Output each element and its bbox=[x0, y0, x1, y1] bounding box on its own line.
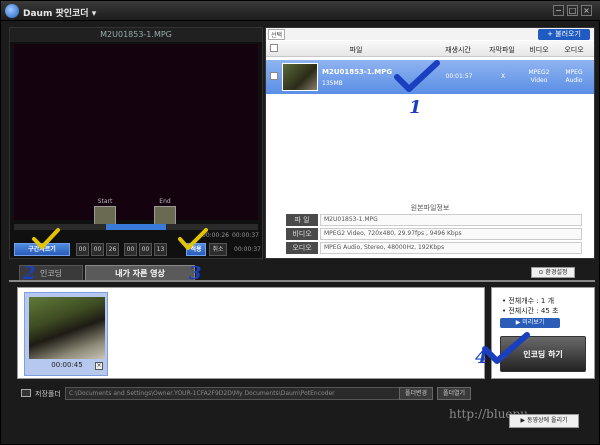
clips-area: 00:00:45 × bbox=[17, 287, 485, 379]
annotation-number: 3 bbox=[189, 263, 202, 284]
step-button[interactable]: 13 bbox=[154, 243, 167, 256]
col-video[interactable]: 비디오 bbox=[522, 45, 556, 55]
info-value: MPEG2 Video, 720x480, 29.97fps , 9496 Kb… bbox=[320, 228, 582, 240]
close-button[interactable]: × bbox=[581, 5, 592, 16]
row-checkbox[interactable] bbox=[270, 72, 278, 80]
app-title[interactable]: Daum 팟인코더 ▾ bbox=[23, 6, 96, 19]
clip-item[interactable]: 00:00:45 × bbox=[24, 292, 108, 376]
time-end: 00:00:37 bbox=[234, 246, 261, 253]
start-label: Start bbox=[97, 198, 113, 205]
file-thumbnail bbox=[282, 63, 318, 91]
end-label: End bbox=[159, 198, 171, 205]
annotation-number: 1 bbox=[409, 97, 422, 118]
minimize-button[interactable]: − bbox=[553, 5, 564, 16]
file-audio-format: MPEG bbox=[565, 69, 583, 76]
col-subtitle[interactable]: 자막파일 bbox=[482, 45, 522, 55]
load-file-button[interactable]: + 불러오기 bbox=[538, 29, 590, 40]
select-all-checkbox[interactable] bbox=[270, 44, 278, 52]
save-folder-label: 저장폴더 bbox=[35, 390, 61, 398]
source-info-title: 원본파일정보 bbox=[410, 204, 450, 212]
info-value: M2U01853-1.MPG bbox=[320, 214, 582, 226]
save-path-field[interactable]: C:\Documents and Settings\Owner.YOUR-1CF… bbox=[65, 387, 415, 400]
step-button[interactable]: 00 bbox=[124, 243, 137, 256]
check-annotation-icon bbox=[482, 332, 530, 364]
check-annotation-icon bbox=[32, 228, 60, 249]
step-button[interactable]: 00 bbox=[139, 243, 152, 256]
video-panel: M2U01853-1.MPG Start End 00:00:26 00:00:… bbox=[9, 27, 263, 259]
save-folder-row: 저장폴더 C:\Documents and Settings\Owner.YOU… bbox=[17, 387, 595, 401]
step-button[interactable]: 26 bbox=[106, 243, 119, 256]
info-value: MPEG Audio, Stereo, 48000Hz, 192Kbps bbox=[320, 242, 582, 254]
maximize-button[interactable]: □ bbox=[567, 5, 578, 16]
info-row-audio: 오디오 MPEG Audio, Stereo, 48000Hz, 192Kbps bbox=[286, 242, 582, 254]
info-row-file: 파 일 M2U01853-1.MPG bbox=[286, 214, 582, 226]
file-duration: 00:01:57 bbox=[445, 73, 473, 80]
video-filename: M2U01853-1.MPG bbox=[10, 28, 262, 42]
change-folder-button[interactable]: 폴더변경 bbox=[399, 387, 433, 400]
annotation-number: 2 bbox=[23, 263, 36, 284]
tab-my-clips[interactable]: 내가 자른 영상 bbox=[85, 265, 195, 281]
encoder-window: Daum 팟인코더 ▾ − □ × M2U01853-1.MPG Start E… bbox=[0, 0, 600, 445]
selected-range bbox=[106, 224, 166, 230]
upload-to-daum-button[interactable]: ▶ 동영상에 올리기 bbox=[509, 414, 579, 428]
info-row-video: 비디오 MPEG2 Video, 720x480, 29.97fps , 949… bbox=[286, 228, 582, 240]
clip-thumbnail[interactable] bbox=[29, 297, 105, 359]
check-annotation-icon bbox=[178, 228, 208, 250]
annotation-number: 4 bbox=[475, 347, 488, 368]
delete-clip-icon[interactable]: × bbox=[95, 362, 103, 370]
file-video-format: MPEG2 bbox=[528, 69, 550, 76]
file-name: M2U01853-1.MPG bbox=[322, 68, 393, 76]
settings-button[interactable]: ⊙ 환경설정 bbox=[531, 267, 575, 278]
col-duration[interactable]: 재생시간 bbox=[438, 45, 478, 55]
file-size: 135MB bbox=[322, 80, 343, 87]
step-button[interactable]: 00 bbox=[91, 243, 104, 256]
info-label: 파 일 bbox=[286, 214, 318, 226]
file-video-format-2: Video bbox=[530, 77, 548, 84]
total-count: • 전체개수 : 1 개 bbox=[502, 297, 555, 305]
video-screen[interactable]: Start End bbox=[14, 44, 258, 228]
step-button[interactable]: 00 bbox=[76, 243, 89, 256]
col-audio[interactable]: 오디오 bbox=[556, 45, 592, 55]
info-label: 비디오 bbox=[286, 228, 318, 240]
total-time: • 전체시간 : 45 초 bbox=[502, 307, 559, 315]
select-tab[interactable]: 선택 bbox=[268, 29, 286, 40]
open-folder-button[interactable]: 폴더열기 bbox=[437, 387, 471, 400]
info-label: 오디오 bbox=[286, 242, 318, 254]
app-logo-icon bbox=[5, 4, 19, 18]
folder-icon bbox=[21, 389, 31, 397]
file-subtitle: X bbox=[500, 73, 506, 80]
list-toolbar: 선택 + 불러오기 bbox=[266, 28, 594, 40]
title-bar[interactable]: Daum 팟인코더 ▾ − □ × bbox=[1, 1, 600, 21]
preview-button[interactable]: ▶ 미리보기 bbox=[500, 318, 560, 328]
time-total: 00:00:37 bbox=[232, 232, 259, 239]
list-header: 파일 재생시간 자막파일 비디오 오디오 bbox=[266, 41, 594, 57]
tab-divider bbox=[9, 280, 595, 282]
file-audio-format-2: Audio bbox=[565, 77, 583, 84]
check-annotation-icon bbox=[394, 60, 440, 92]
col-file[interactable]: 파일 bbox=[336, 45, 376, 55]
cancel-button[interactable]: 취소 bbox=[209, 243, 227, 256]
